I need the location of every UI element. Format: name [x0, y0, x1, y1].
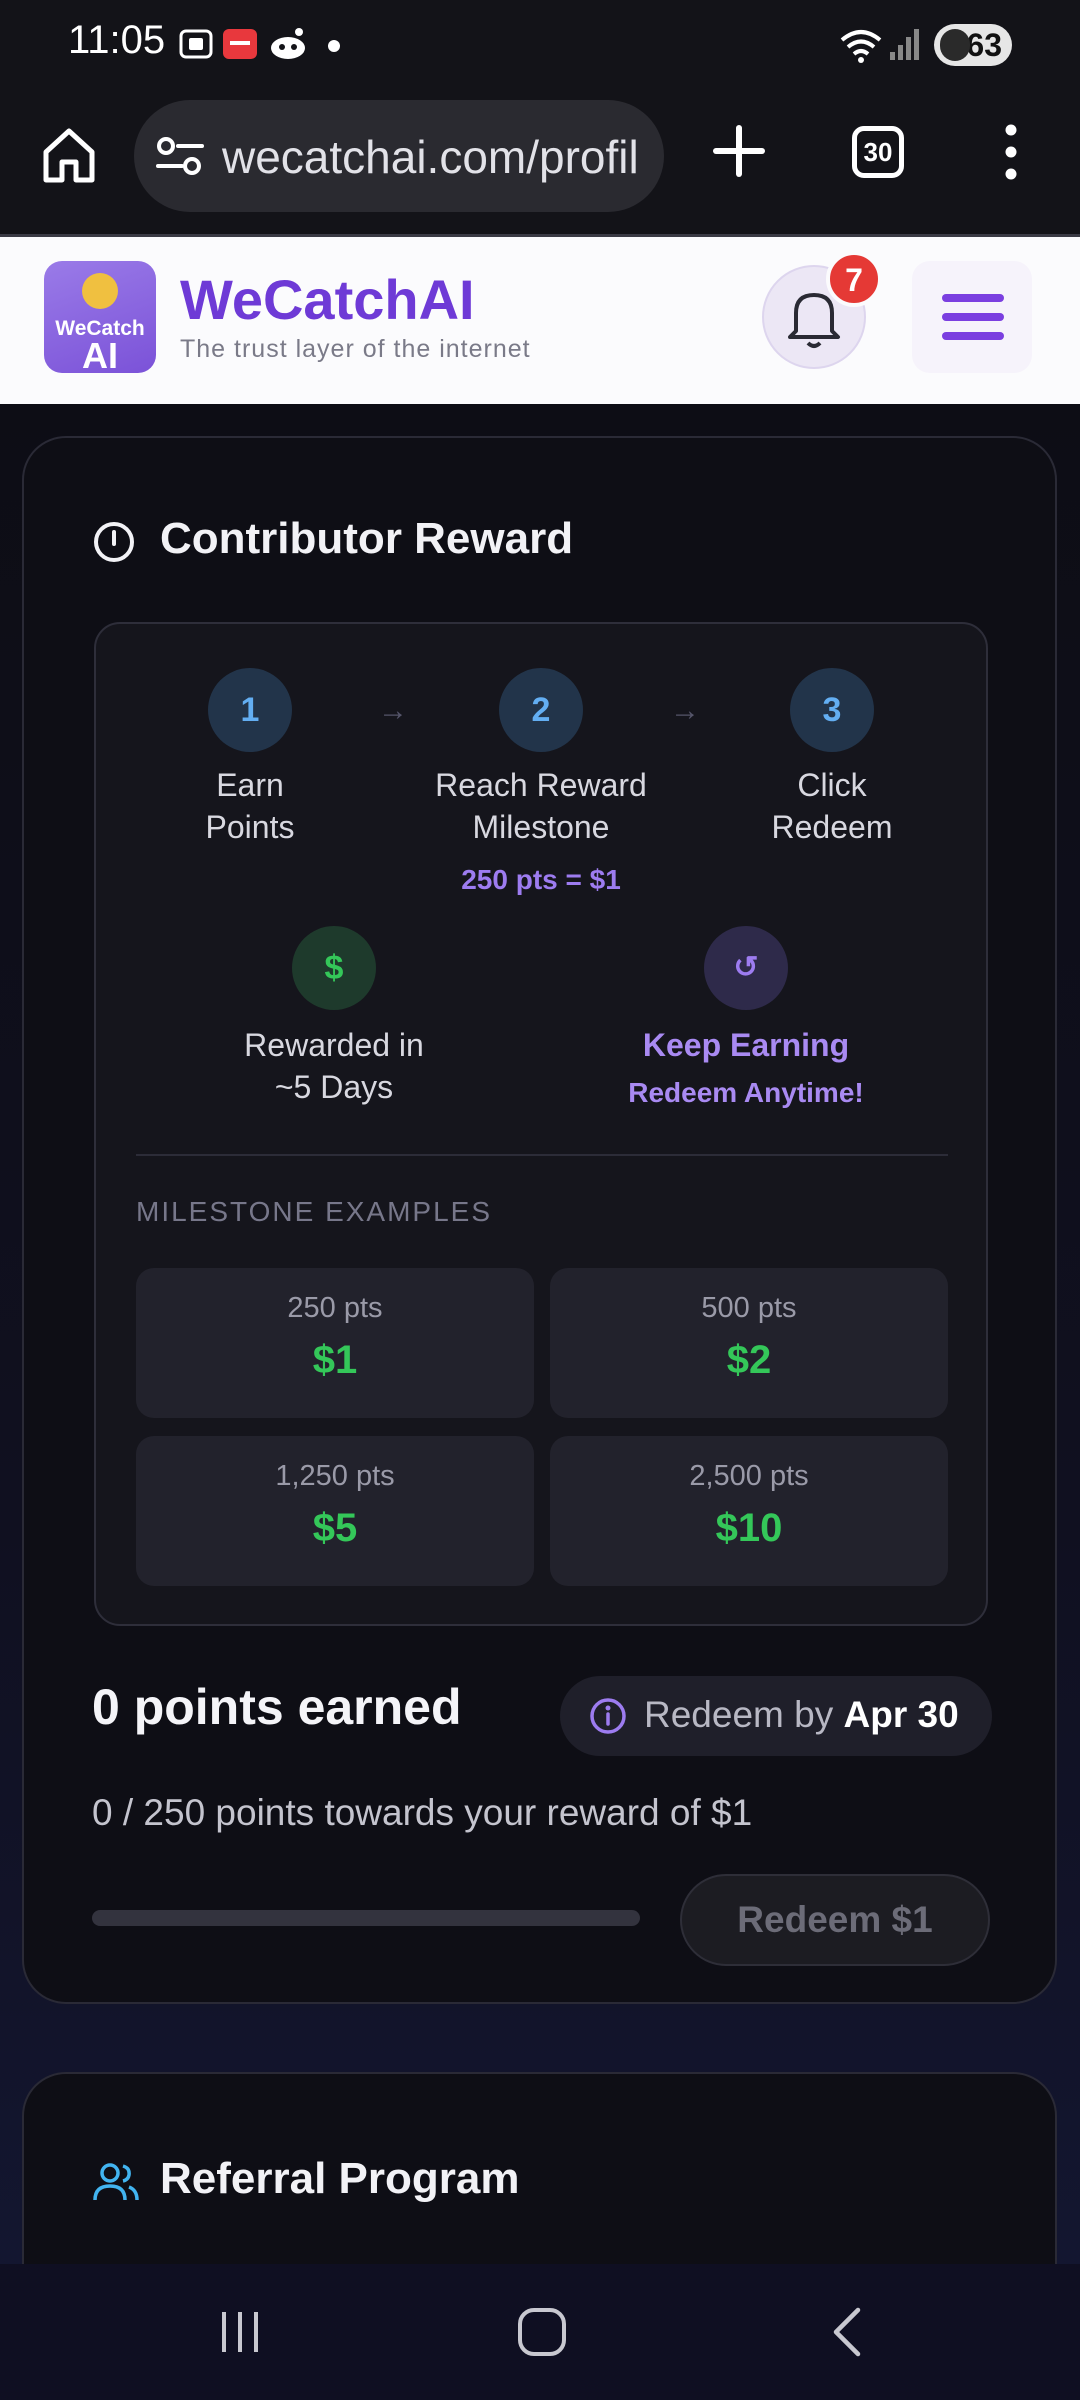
more-vert-icon[interactable] — [996, 122, 1026, 182]
milestone-value: $5 — [312, 1506, 358, 1550]
milestone-points: 1,250 pts — [275, 1460, 395, 1492]
menu-icon[interactable] — [912, 261, 1032, 373]
url-text: wecatchai.com/profil — [222, 131, 639, 183]
reward-steps-panel: 1 Earn Points → 2 Reach Reward Milestone 2… — [94, 622, 988, 1626]
referral-title: Referral Program — [160, 2154, 520, 2203]
step-2-rate: 250 pts = $1 — [461, 864, 621, 895]
page-content: Contributor Reward 1 Earn Points → 2 Reac… — [0, 404, 1080, 2332]
battery-indicator: 63 — [934, 24, 1012, 66]
milestone-points: 500 pts — [701, 1292, 797, 1324]
milestone-examples-label: MILESTONE EXAMPLES — [136, 1196, 493, 1227]
battery-level: 63 — [966, 27, 1002, 63]
status-time: 11:05 — [68, 18, 166, 62]
plus-icon[interactable] — [712, 124, 766, 178]
step-2-label: Reach Reward Milestone — [435, 767, 647, 845]
tab-count: 30 — [863, 137, 893, 167]
dot-icon — [328, 40, 340, 52]
step-3-number: 3 — [790, 668, 874, 752]
progress-text: 0 / 250 points towards your reward of $1 — [92, 1792, 753, 1833]
redeem-anytime-label: Redeem Anytime! — [628, 1077, 864, 1108]
system-nav-bar — [0, 2264, 1080, 2400]
divider — [136, 1154, 948, 1156]
site-settings-icon[interactable] — [156, 136, 204, 176]
recents-icon[interactable] — [216, 2308, 264, 2356]
keep-earning-label: Keep Earning — [642, 1027, 850, 1063]
brand-tagline: The trust layer of the internet — [180, 335, 531, 363]
milestone-value: $10 — [715, 1506, 783, 1550]
signal-icon — [890, 29, 919, 60]
redeem-deadline-badge: Redeem by Apr 30 — [560, 1676, 992, 1756]
contributor-reward-card: Contributor Reward 1 Earn Points → 2 Reac… — [22, 436, 1057, 2004]
redeem-deadline-text: Redeem by Apr 30 — [644, 1694, 959, 1735]
reward-title: Contributor Reward — [160, 514, 574, 563]
notification-badge: 7 — [826, 251, 882, 307]
site-header: WeCatch AI WeCatchAI The trust layer of … — [0, 237, 1080, 404]
reddit-icon — [271, 28, 305, 59]
dollar-icon: $ — [292, 926, 376, 1010]
step-1-label: Earn Points — [205, 767, 295, 845]
step-1-number: 1 — [208, 668, 292, 752]
milestone-points: 2,500 pts — [689, 1460, 809, 1492]
wifi-icon — [840, 30, 882, 63]
milestone-tile: 500 pts $2 — [550, 1268, 948, 1418]
brand-name[interactable]: WeCatchAI — [180, 267, 475, 332]
status-bar: 11:05 63 — [0, 0, 1080, 92]
step-3-label: Click Redeem — [771, 767, 893, 845]
site-logo[interactable]: WeCatch AI — [44, 261, 156, 373]
logo-mascot-icon — [82, 273, 118, 309]
milestone-points: 250 pts — [287, 1292, 383, 1324]
screenshot-icon — [179, 29, 213, 59]
milestone-tile: 1,250 pts $5 — [136, 1436, 534, 1586]
clock-icon — [94, 522, 134, 562]
rewarded-in-label: Rewarded in ~5 Days — [244, 1027, 424, 1105]
step-2-number: 2 — [499, 668, 583, 752]
logo-line2: AI — [82, 335, 118, 373]
milestone-tile: 250 pts $1 — [136, 1268, 534, 1418]
milestone-value: $2 — [726, 1338, 772, 1382]
points-earned: 0 points earned — [92, 1679, 462, 1735]
home-icon[interactable] — [38, 124, 100, 186]
info-icon — [590, 1698, 626, 1734]
redeem-button[interactable]: Redeem $1 — [680, 1874, 990, 1966]
milestone-value: $1 — [312, 1338, 358, 1382]
browser-toolbar: wecatchai.com/profil 30 — [0, 92, 1080, 237]
address-bar[interactable]: wecatchai.com/profil — [134, 100, 664, 212]
refresh-icon: ↺ — [704, 926, 788, 1010]
tabs-icon[interactable]: 30 — [852, 126, 904, 178]
reward-progress-bar — [92, 1910, 640, 1926]
step-arrow-2: → — [670, 694, 700, 727]
battery-saver-icon — [940, 29, 970, 61]
step-arrow-1: → — [378, 694, 408, 727]
home-nav-icon[interactable] — [516, 2306, 568, 2358]
back-icon[interactable] — [826, 2306, 866, 2358]
people-icon — [93, 2163, 139, 2201]
milestone-tile: 2,500 pts $10 — [550, 1436, 948, 1586]
app-notification-icon — [223, 29, 257, 59]
